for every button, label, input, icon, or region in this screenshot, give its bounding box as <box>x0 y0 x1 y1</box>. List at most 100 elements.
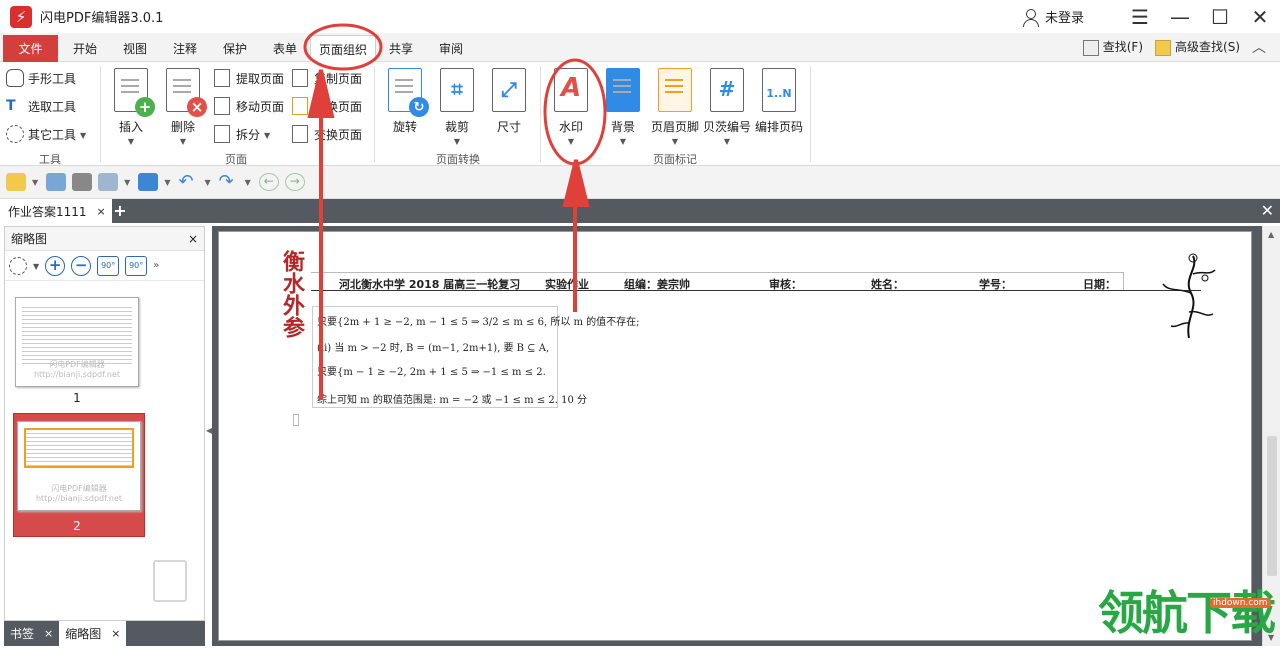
document-tab-strip: 作业答案1111 × + ✕ <box>0 199 1280 223</box>
formula-line: 只要{2m + 1 ≥ −2, m − 1 ≤ 5 ⇒ 3/2 ≤ m ≤ 6,… <box>317 317 640 328</box>
email-icon[interactable] <box>98 173 119 191</box>
chevron-down-icon[interactable]: ▼ <box>245 178 251 187</box>
close-icon[interactable]: × <box>111 627 120 640</box>
menu-file[interactable]: 文件 <box>3 35 58 62</box>
thumbnails-tab[interactable]: 缩略图 × <box>59 621 127 646</box>
chevron-down-icon[interactable]: ▼ <box>124 178 130 187</box>
tab-start[interactable]: 开始 <box>62 35 108 62</box>
tab-page-organize[interactable]: 页面组织 <box>310 35 376 62</box>
delete-page-button[interactable]: × 删除 ▼ <box>158 68 208 146</box>
formula-line: (ii) 当 m > −2 时, B = (m−1, 2m+1), 要 B ⊆ … <box>317 343 550 354</box>
tab-share[interactable]: 共享 <box>378 35 424 62</box>
watermark-icon: A <box>554 68 588 112</box>
copy-page-button[interactable]: 复制页面 <box>292 68 362 88</box>
move-page-button[interactable]: 移动页面 <box>214 96 284 116</box>
seal-image: 衡水外参 <box>279 250 305 338</box>
document-tab[interactable]: 作业答案1111 × <box>0 199 112 223</box>
back-icon[interactable]: ← <box>258 173 279 191</box>
group-label-page: 页面 <box>225 153 247 166</box>
tab-annotate[interactable]: 注释 <box>162 35 208 62</box>
replace-page-button[interactable]: 替换页面 <box>292 96 362 116</box>
scroll-up-icon[interactable]: ▲ <box>1268 230 1274 239</box>
pages-icon <box>153 560 187 602</box>
split-button[interactable]: 拆分 ▼ <box>214 124 270 144</box>
hand-tool-button[interactable]: 手形工具 <box>6 68 76 88</box>
tab-protect[interactable]: 保护 <box>212 35 258 62</box>
header-rule <box>311 290 1201 291</box>
tab-view[interactable]: 视图 <box>112 35 158 62</box>
save-icon[interactable] <box>46 173 67 191</box>
vertical-scrollbar[interactable]: ▲ ▼ <box>1262 226 1280 646</box>
login-link[interactable]: 未登录 <box>1045 7 1084 26</box>
pdf-page[interactable]: 衡水外参 河北衡水中学 2018 届高三一轮复习 实验作业 组编：姜宗帅 审核：… <box>218 231 1252 641</box>
gear-icon <box>6 125 24 143</box>
swap-page-button[interactable]: 交换页面 <box>292 124 362 144</box>
scrollbar-thumb[interactable] <box>1267 436 1277 576</box>
zoom-in-icon[interactable]: + <box>45 255 66 276</box>
chevron-down-icon[interactable]: ▼ <box>164 178 170 187</box>
document-tab-label: 作业答案1111 <box>8 204 87 219</box>
new-tab-icon[interactable]: + <box>112 203 128 219</box>
rotate-right-icon[interactable]: 90° <box>125 255 148 276</box>
divider <box>1123 272 1124 290</box>
close-panel-icon[interactable]: × <box>188 232 198 246</box>
size-button[interactable]: ⤢ 尺寸 <box>484 68 534 135</box>
scan-icon[interactable] <box>138 173 159 191</box>
hamburger-icon[interactable]: ☰ <box>1120 0 1160 33</box>
divider <box>374 66 375 162</box>
extract-page-button[interactable]: 提取页面 <box>214 68 284 88</box>
header-footer-button[interactable]: 页眉页脚 ▼ <box>650 68 700 146</box>
extract-page-icon <box>214 69 230 87</box>
close-tab-icon[interactable]: × <box>97 205 106 218</box>
panel-splitter[interactable]: ◀ <box>205 226 212 646</box>
watermark-button[interactable]: A 水印 ▼ <box>546 68 596 146</box>
chevron-down-icon: ▼ <box>80 130 87 140</box>
advanced-find-button[interactable]: 高级查找(S) <box>1155 38 1240 56</box>
thumbnail-number: 1 <box>73 391 81 405</box>
tab-review[interactable]: 审阅 <box>428 35 474 62</box>
formula-line: 综上可知 m 的取值范围是: m = −2 或 −1 ≤ m ≤ 2. 10 分 <box>317 395 588 406</box>
chevron-down-icon[interactable]: ▼ <box>32 178 38 187</box>
insert-page-button[interactable]: + 插入 ▼ <box>106 68 156 146</box>
resize-icon: ⤢ <box>492 68 526 112</box>
thumbnail-watermark: 闪电PDF编辑器 http://bianji.sdpdf.net <box>35 484 123 503</box>
swap-page-icon <box>292 125 308 143</box>
insert-label: 插入 <box>118 120 143 134</box>
page-numbering-button[interactable]: 1..N 编排页码 <box>754 68 804 135</box>
split-icon <box>214 125 230 143</box>
move-page-label: 移动页面 <box>236 99 285 114</box>
background-button[interactable]: 背景 ▼ <box>598 68 648 146</box>
collapse-ribbon-icon[interactable]: ︿ <box>1252 37 1266 57</box>
chevron-down-icon[interactable]: ▼ <box>204 178 210 187</box>
maximize-icon[interactable]: ☐ <box>1200 0 1240 33</box>
more-icon[interactable]: » <box>153 260 159 271</box>
user-icon[interactable] <box>1021 8 1039 27</box>
other-tools-button[interactable]: 其它工具 ▼ <box>6 124 86 144</box>
settings-icon[interactable] <box>9 256 27 275</box>
rotate-left-icon[interactable]: 90° <box>97 255 120 276</box>
redo-icon[interactable]: ↷ <box>219 173 239 191</box>
zoom-out-icon[interactable]: − <box>71 255 92 276</box>
thumbnail-page-2[interactable]: 闪电PDF编辑器 http://bianji.sdpdf.net <box>17 421 141 511</box>
thumbnail-watermark: 闪电PDF编辑器 http://bianji.sdpdf.net <box>33 360 121 379</box>
find-button[interactable]: 查找(F) <box>1082 38 1143 56</box>
undo-icon[interactable]: ↶ <box>178 173 198 191</box>
rotate-button[interactable]: ↻ 旋转 <box>380 68 430 135</box>
crop-button[interactable]: ⌗ 裁剪 ▼ <box>432 68 482 146</box>
close-all-icon[interactable]: ✕ <box>1261 201 1274 220</box>
bates-number-button[interactable]: # 贝茨编号 ▼ <box>702 68 752 146</box>
print-icon[interactable] <box>72 173 93 191</box>
forward-icon[interactable]: → <box>284 173 305 191</box>
close-icon[interactable]: ✕ <box>1240 0 1280 33</box>
tab-form[interactable]: 表单 <box>262 35 308 62</box>
thumbnail-page-1[interactable]: 闪电PDF编辑器 http://bianji.sdpdf.net <box>15 297 139 387</box>
extract-page-label: 提取页面 <box>236 71 285 86</box>
minimize-icon[interactable]: — <box>1160 0 1200 33</box>
chevron-down-icon[interactable]: ▼ <box>33 262 39 271</box>
hand-icon <box>6 69 24 87</box>
close-icon[interactable]: × <box>44 627 53 640</box>
bookmarks-tab[interactable]: 书签 × <box>4 621 59 646</box>
formula-text-block[interactable]: 只要{2m + 1 ≥ −2, m − 1 ≤ 5 ⇒ 3/2 ≤ m ≤ 6,… <box>312 306 640 408</box>
open-folder-icon[interactable] <box>6 173 26 191</box>
select-tool-button[interactable]: T 选取工具 <box>6 96 76 116</box>
